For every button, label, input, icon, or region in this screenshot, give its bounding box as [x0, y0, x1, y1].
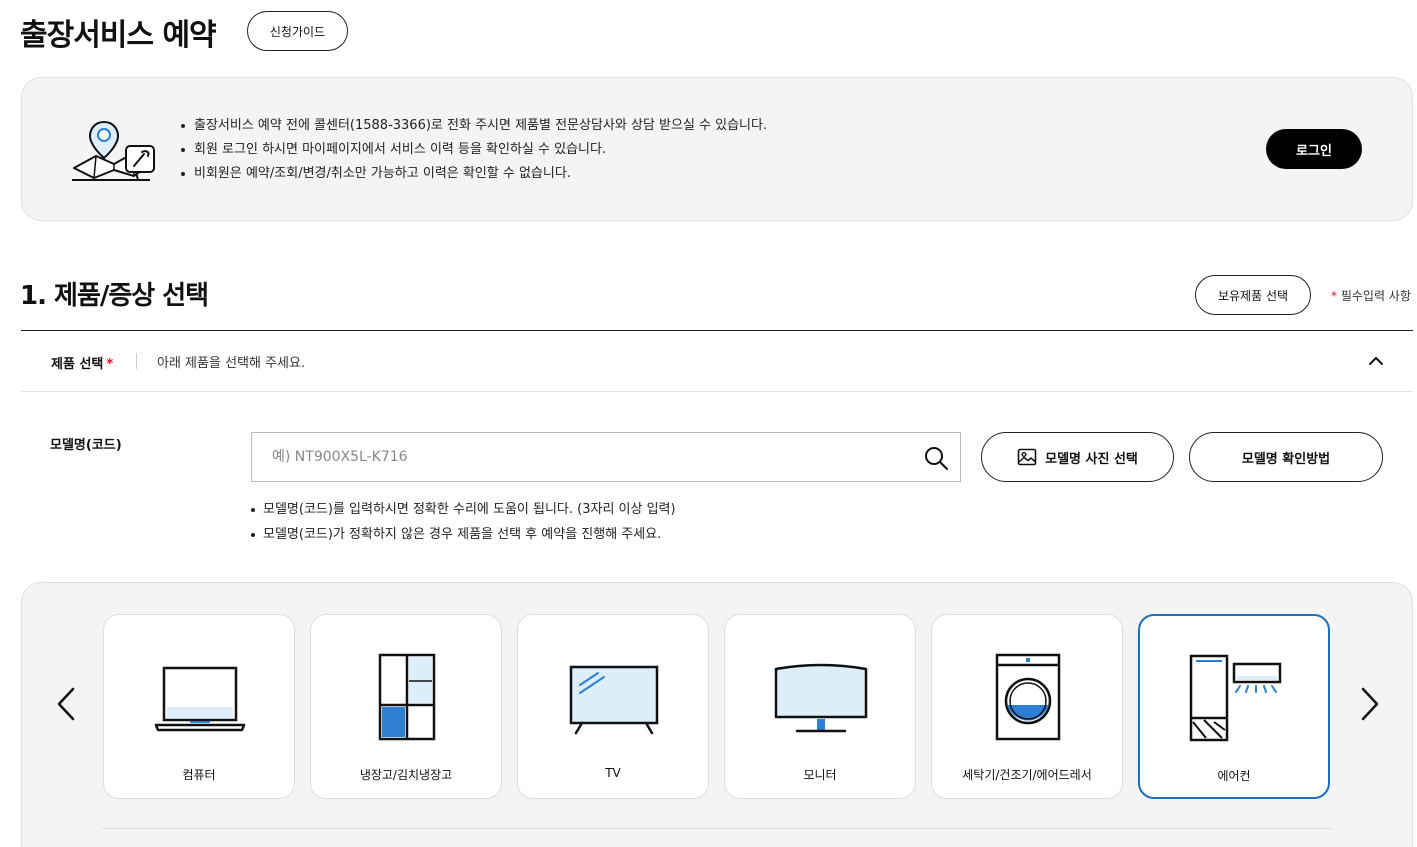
product-select-label: 제품 선택 * — [51, 353, 113, 372]
panel-divider — [102, 828, 1332, 829]
tv-icon — [569, 665, 659, 735]
refrigerator-icon — [378, 653, 436, 741]
category-card-washer[interactable]: 세탁기/건조기/에어드레서 — [931, 614, 1123, 799]
login-button[interactable]: 로그인 — [1266, 129, 1362, 169]
category-label: 컴퓨터 — [182, 768, 216, 782]
guide-button[interactable]: 신청가이드 — [247, 11, 348, 51]
model-notes: 모델명(코드)를 입력하시면 정확한 수리에 도움이 됩니다. (3자리 이상 … — [251, 497, 676, 547]
category-label: 에어컨 — [1217, 769, 1251, 783]
category-card-air-conditioner[interactable]: 에어컨 — [1138, 614, 1330, 799]
required-star: * — [1331, 289, 1337, 303]
model-search-box — [251, 432, 961, 482]
model-photo-button[interactable]: 모델명 사진 선택 — [981, 432, 1174, 482]
label-divider — [136, 353, 137, 369]
category-label: 모니터 — [803, 768, 837, 782]
category-label: 냉장고/김치냉장고 — [359, 768, 453, 782]
search-icon[interactable] — [923, 445, 949, 471]
chevron-left-icon[interactable] — [52, 684, 82, 724]
product-select-row[interactable]: 제품 선택 * 아래 제품을 선택해 주세요. — [21, 331, 1413, 392]
category-label: TV — [605, 766, 621, 780]
section-title: 1. 제품/증상 선택 — [20, 281, 209, 311]
model-note: 모델명(코드)가 정확하지 않은 경우 제품을 선택 후 예약을 진행해 주세요… — [251, 522, 676, 547]
notice-item: 출장서비스 예약 전에 콜센터(1588-3366)로 전화 주시면 제품별 전… — [180, 114, 767, 138]
monitor-icon — [774, 663, 868, 733]
category-card-tv[interactable]: TV — [517, 614, 709, 799]
category-label: 세탁기/건조기/에어드레서 — [962, 768, 1092, 782]
laptop-icon — [154, 666, 246, 732]
map-repair-icon — [72, 120, 155, 181]
notice-list: 출장서비스 예약 전에 콜센터(1588-3366)로 전화 주시면 제품별 전… — [180, 114, 767, 186]
category-card-monitor[interactable]: 모니터 — [724, 614, 916, 799]
model-note: 모델명(코드)를 입력하시면 정확한 수리에 도움이 됩니다. (3자리 이상 … — [251, 497, 676, 522]
category-card-refrigerator[interactable]: 냉장고/김치냉장고 — [310, 614, 502, 799]
page-title: 출장서비스 예약 — [20, 18, 217, 53]
washer-icon — [995, 653, 1061, 741]
category-card-computer[interactable]: 컴퓨터 — [103, 614, 295, 799]
category-carousel: 컴퓨터 냉장고/김치냉장고 TV 모니터 세탁기/건조기/에어드레서 에어컨 — [21, 582, 1413, 847]
owned-product-button[interactable]: 보유제품 선택 — [1195, 275, 1311, 315]
required-star: * — [106, 357, 114, 372]
required-note: * 필수입력 사항 — [1331, 287, 1411, 304]
model-search-input[interactable] — [252, 433, 912, 481]
notice-box: 출장서비스 예약 전에 콜센터(1588-3366)로 전화 주시면 제품별 전… — [21, 77, 1413, 221]
notice-item: 비회원은 예약/조회/변경/취소만 가능하고 이력은 확인할 수 없습니다. — [180, 162, 767, 186]
chevron-right-icon[interactable] — [1354, 684, 1384, 724]
product-select-hint: 아래 제품을 선택해 주세요. — [157, 356, 306, 371]
model-photo-button-label: 모델명 사진 선택 — [1045, 451, 1138, 467]
required-note-text: 필수입력 사항 — [1340, 289, 1411, 303]
model-label: 모델명(코드) — [50, 438, 122, 453]
product-select-label-text: 제품 선택 — [51, 357, 104, 372]
air-conditioner-icon — [1189, 654, 1282, 742]
model-howto-button[interactable]: 모델명 확인방법 — [1189, 432, 1383, 482]
image-icon — [1017, 448, 1037, 466]
chevron-up-icon[interactable] — [1367, 352, 1385, 370]
notice-item: 회원 로그인 하시면 마이페이지에서 서비스 이력 등을 확인하실 수 있습니다… — [180, 138, 767, 162]
